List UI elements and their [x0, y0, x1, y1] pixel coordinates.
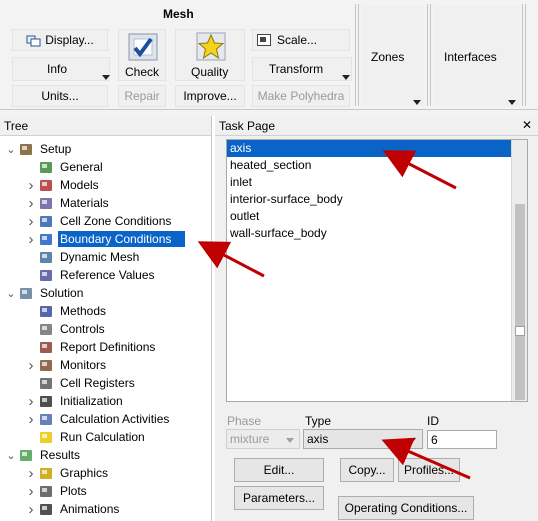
annotation-arrow-boundary-conditions: [197, 241, 265, 278]
annotation-arrow-type: [381, 437, 471, 480]
annotation-arrow-axis: [382, 150, 457, 190]
annotation-arrows: [197, 150, 471, 480]
